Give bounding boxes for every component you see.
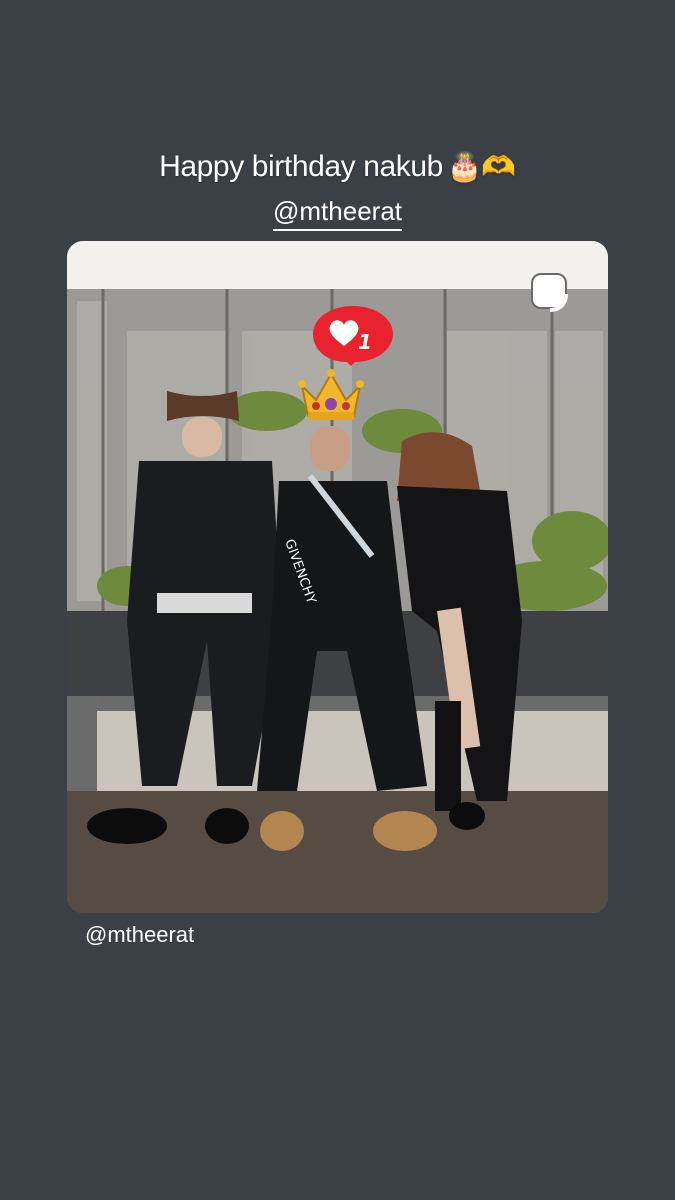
- like-count: 1: [358, 330, 372, 354]
- mention-sticker-label[interactable]: @mtheerat: [273, 196, 402, 231]
- mention-text[interactable]: @mtheerat: [85, 922, 194, 948]
- like-heart-sticker[interactable]: [311, 304, 395, 366]
- sticker-square-icon[interactable]: [528, 270, 576, 318]
- story-caption: Happy birthday nakub 🎂🫶: [0, 150, 675, 184]
- crown-icon[interactable]: [298, 368, 364, 424]
- mention-sticker[interactable]: @mtheerat: [0, 196, 675, 231]
- cake-and-heart-hands-emoji: 🎂🫶: [446, 151, 516, 182]
- caption-text: Happy birthday nakub: [159, 150, 443, 183]
